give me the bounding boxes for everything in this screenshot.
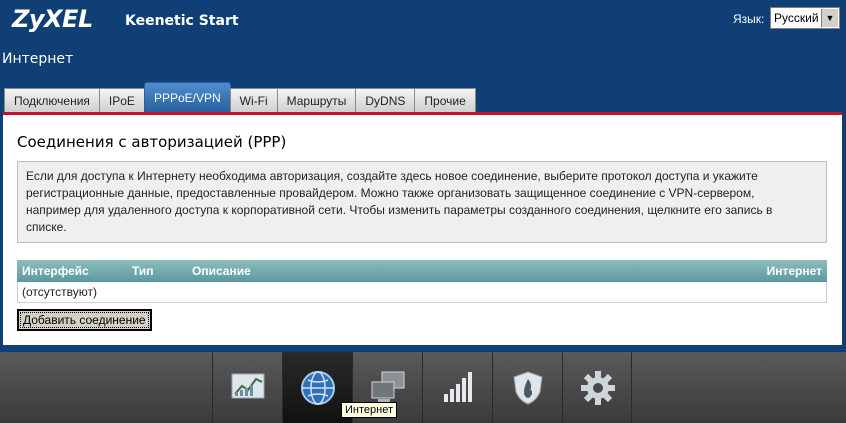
tab-bar: Подключения IPoE PPPoE/VPN Wi-Fi Маршрут… xyxy=(4,82,476,112)
wifi-signal-icon xyxy=(444,372,472,402)
header: ZyXEL Keenetic Start Язык: Русский ▼ Инт… xyxy=(0,0,846,348)
content-panel: Соединения с авторизацией (PPP) Если для… xyxy=(3,112,842,345)
page-title: Интернет xyxy=(2,51,74,67)
tab-routes[interactable]: Маршруты xyxy=(276,88,357,112)
product-name: Keenetic Start xyxy=(125,13,239,29)
info-box: Если для доступа к Интернету необходима … xyxy=(17,161,827,243)
tab-dydns[interactable]: DyDNS xyxy=(355,88,416,112)
column-header-interface: Интерфейс xyxy=(22,264,89,278)
language-label: Язык: xyxy=(733,12,765,26)
connections-table: Интерфейс Тип Описание Интернет (отсутст… xyxy=(17,260,827,303)
language-select[interactable]: Русский ▼ xyxy=(770,7,840,29)
column-header-type: Тип xyxy=(132,264,154,278)
network-computers-icon xyxy=(371,371,405,402)
tooltip: Интернет xyxy=(341,402,397,418)
tab-pppoe-vpn[interactable]: PPPoE/VPN xyxy=(143,82,231,112)
tab-connections[interactable]: Подключения xyxy=(4,88,100,112)
dock-item-status[interactable] xyxy=(212,352,282,423)
language-value: Русский xyxy=(774,11,819,25)
chevron-down-icon[interactable]: ▼ xyxy=(821,9,838,27)
table-row: (отсутствуют) xyxy=(17,282,827,303)
column-header-description: Описание xyxy=(192,264,251,278)
monitor-chart-icon xyxy=(231,373,265,399)
dock-item-security[interactable] xyxy=(492,352,562,423)
tab-other[interactable]: Прочие xyxy=(414,88,476,112)
zyxel-logo: ZyXEL xyxy=(12,5,93,33)
info-line: регистрационные данные, предоставленные … xyxy=(26,186,755,200)
info-line: например для удаленного доступа к корпор… xyxy=(26,203,773,217)
bottom-dock xyxy=(0,352,846,423)
dock-item-wifi[interactable] xyxy=(422,352,492,423)
column-header-internet: Интернет xyxy=(766,264,822,278)
section-title: Соединения с авторизацией (PPP) xyxy=(17,133,287,151)
shield-icon xyxy=(513,371,543,405)
tab-ipoe[interactable]: IPoE xyxy=(98,88,145,112)
tab-wifi[interactable]: Wi-Fi xyxy=(229,88,278,112)
info-line: Если для доступа к Интернету необходима … xyxy=(26,169,758,183)
gear-icon xyxy=(581,371,615,405)
add-connection-button[interactable]: Добавить соединение xyxy=(17,309,152,331)
empty-row-text: (отсутствуют) xyxy=(22,285,97,299)
info-line: списке. xyxy=(26,220,67,234)
table-header: Интерфейс Тип Описание Интернет xyxy=(17,260,827,282)
globe-icon xyxy=(301,371,335,405)
dock-item-system[interactable] xyxy=(562,352,632,423)
